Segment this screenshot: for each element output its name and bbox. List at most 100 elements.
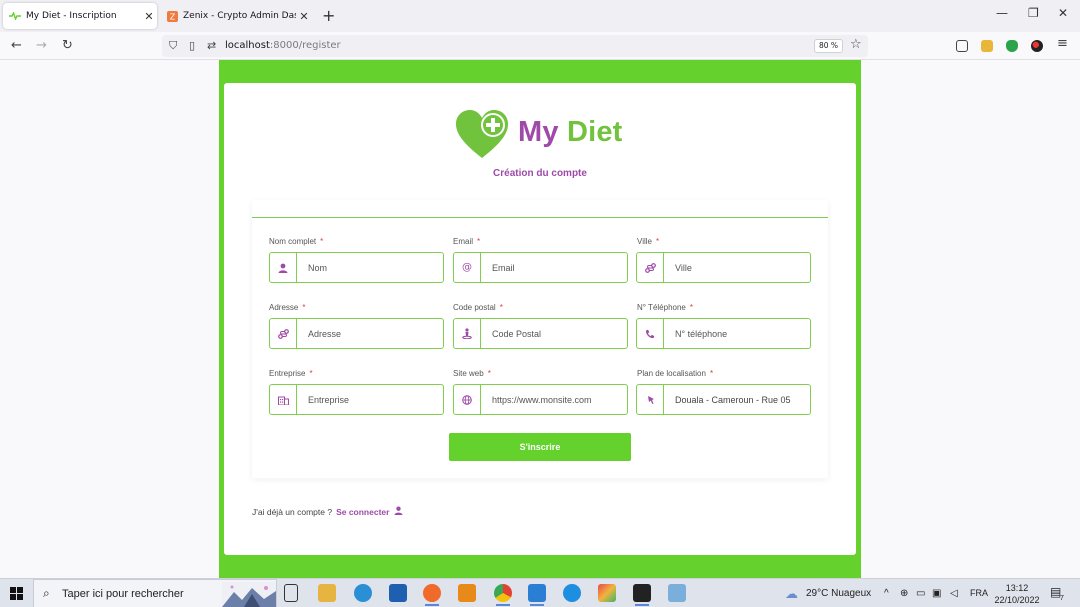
zoom-level[interactable]: 80 % xyxy=(814,39,844,53)
back-arrow-icon[interactable]: ← xyxy=(11,38,22,53)
adresse-input[interactable] xyxy=(308,319,440,348)
field-label-email: Email * xyxy=(453,237,481,246)
shield-icon[interactable]: ⛉ xyxy=(169,39,177,53)
clock[interactable]: 13:12 22/10/2022 xyxy=(994,582,1040,606)
nom-input[interactable] xyxy=(308,253,440,282)
remote-desktop-icon[interactable] xyxy=(668,584,686,602)
field-label-nom: Nom complet * xyxy=(269,237,324,246)
extension-color-icon[interactable] xyxy=(1031,40,1043,52)
battery-icon[interactable]: ▭ xyxy=(916,588,925,599)
speaker-icon[interactable]: ◁ xyxy=(950,588,958,599)
phone-icon xyxy=(637,319,664,348)
new-tab-plus-icon[interactable]: + xyxy=(322,6,335,25)
nom-field xyxy=(269,252,444,283)
form-top-divider xyxy=(252,217,828,218)
taskbar-search-text: Taper ici pour rechercher xyxy=(62,588,184,600)
chevron-up-icon[interactable]: ^ xyxy=(884,588,889,599)
weather-text[interactable]: 29°C Nuageux xyxy=(806,588,871,599)
tab-my-diet[interactable]: My Diet - Inscription ✕ xyxy=(3,3,157,29)
email-field: @ xyxy=(453,252,628,283)
building-icon xyxy=(270,385,297,414)
login-prompt: J'ai déjà un compte ? Se connecter xyxy=(252,506,404,517)
svg-text:Z: Z xyxy=(169,12,175,21)
pocket-icon[interactable] xyxy=(956,40,968,52)
git-client-icon[interactable] xyxy=(598,584,616,602)
page-title: Création du compte xyxy=(493,168,587,179)
sublime-text-icon[interactable] xyxy=(458,584,476,602)
field-label-plan-localisation: Plan de localisation * xyxy=(637,369,714,378)
code-postal-field xyxy=(453,318,628,349)
field-label-entreprise: Entreprise * xyxy=(269,369,313,378)
brand-name: My Diet xyxy=(518,116,623,148)
windows-taskbar: ⌕ Taper ici pour rechercher ☁ 29°C Nuage… xyxy=(0,578,1080,607)
field-label-ville: Ville * xyxy=(637,237,660,246)
network-globe-icon[interactable]: ⊕ xyxy=(900,588,908,599)
field-label-telephone: N° Téléphone * xyxy=(637,303,693,312)
plan-localisation-input[interactable] xyxy=(675,385,807,414)
minimize-icon[interactable]: — xyxy=(996,6,1008,20)
adresse-field xyxy=(269,318,444,349)
site-web-input[interactable] xyxy=(492,385,624,414)
bookmark-star-icon[interactable]: ☆ xyxy=(850,37,862,52)
heart-plus-logo-icon xyxy=(456,110,508,158)
my-diet-favicon-icon xyxy=(9,10,21,22)
zenix-favicon-icon: Z xyxy=(166,10,178,22)
restore-window-icon[interactable]: ❐ xyxy=(1028,6,1039,20)
adblock-shield-icon[interactable] xyxy=(1006,40,1018,52)
forward-arrow-icon[interactable]: → xyxy=(36,38,47,53)
task-view-icon[interactable] xyxy=(284,584,298,602)
menu-icon[interactable]: ≡ xyxy=(1057,36,1068,51)
chrome-icon[interactable] xyxy=(494,584,512,606)
monitor-icon[interactable]: ▣ xyxy=(932,588,941,599)
firefox-icon[interactable] xyxy=(423,584,441,606)
terminal-icon[interactable] xyxy=(633,584,651,606)
ville-input[interactable] xyxy=(675,253,807,282)
cloud-weather-icon[interactable]: ☁ xyxy=(785,586,798,602)
user-icon xyxy=(270,253,297,282)
vscode-icon[interactable] xyxy=(528,584,546,606)
close-tab-icon[interactable]: ✕ xyxy=(141,10,157,23)
route-icon xyxy=(270,319,297,348)
address-bar[interactable]: ⛉ ▯ ⇄ localhost:8000/register 80 % ☆ xyxy=(162,35,868,57)
tab-zenix[interactable]: Z Zenix - Crypto Admin Dashboa ✕ xyxy=(160,3,312,29)
globe-icon xyxy=(454,385,481,414)
mail-icon[interactable] xyxy=(389,584,407,602)
close-window-icon[interactable]: ✕ xyxy=(1058,6,1068,20)
entreprise-input[interactable] xyxy=(308,385,440,414)
code-postal-input[interactable] xyxy=(492,319,624,348)
ville-field xyxy=(636,252,811,283)
close-tab-icon[interactable]: ✕ xyxy=(296,10,312,23)
page-icon[interactable]: ▯ xyxy=(189,39,195,52)
edge-browser-icon[interactable] xyxy=(354,584,372,602)
tab-title: Zenix - Crypto Admin Dashboa xyxy=(183,11,296,21)
user-icon xyxy=(394,506,404,517)
login-link[interactable]: Se connecter xyxy=(336,507,389,517)
map-marker-icon xyxy=(637,385,664,414)
email-input[interactable] xyxy=(492,253,624,282)
route-icon xyxy=(637,253,664,282)
telephone-field xyxy=(636,318,811,349)
tab-title: My Diet - Inscription xyxy=(26,11,117,21)
taskbar-search[interactable]: ⌕ Taper ici pour rechercher xyxy=(33,579,277,607)
site-web-field xyxy=(453,384,628,415)
clock-date: 22/10/2022 xyxy=(994,595,1040,605)
notification-count: 7 xyxy=(1060,595,1064,602)
reload-icon[interactable]: ↻ xyxy=(62,38,73,53)
telephone-input[interactable] xyxy=(675,319,807,348)
permissions-icon[interactable]: ⇄ xyxy=(207,39,216,52)
browser-tab-bar: My Diet - Inscription ✕ Z Zenix - Crypto… xyxy=(0,0,1080,32)
language-indicator[interactable]: FRA xyxy=(970,588,988,598)
extension-icon[interactable] xyxy=(981,40,993,52)
clock-time: 13:12 xyxy=(1005,583,1029,593)
app-icon[interactable] xyxy=(563,584,581,602)
windows-start-icon[interactable] xyxy=(10,587,23,600)
register-button[interactable]: S'inscrire xyxy=(449,433,631,461)
field-label-code-postal: Code postal * xyxy=(453,303,503,312)
location-person-icon xyxy=(454,319,481,348)
file-explorer-icon[interactable] xyxy=(318,584,336,602)
url-text[interactable]: localhost:8000/register xyxy=(225,40,341,51)
at-icon: @ xyxy=(454,253,481,282)
field-label-adresse: Adresse * xyxy=(269,303,306,312)
browser-nav-bar: ← → ↻ ⛉ ▯ ⇄ localhost:8000/register 80 %… xyxy=(0,32,1080,60)
entreprise-field xyxy=(269,384,444,415)
